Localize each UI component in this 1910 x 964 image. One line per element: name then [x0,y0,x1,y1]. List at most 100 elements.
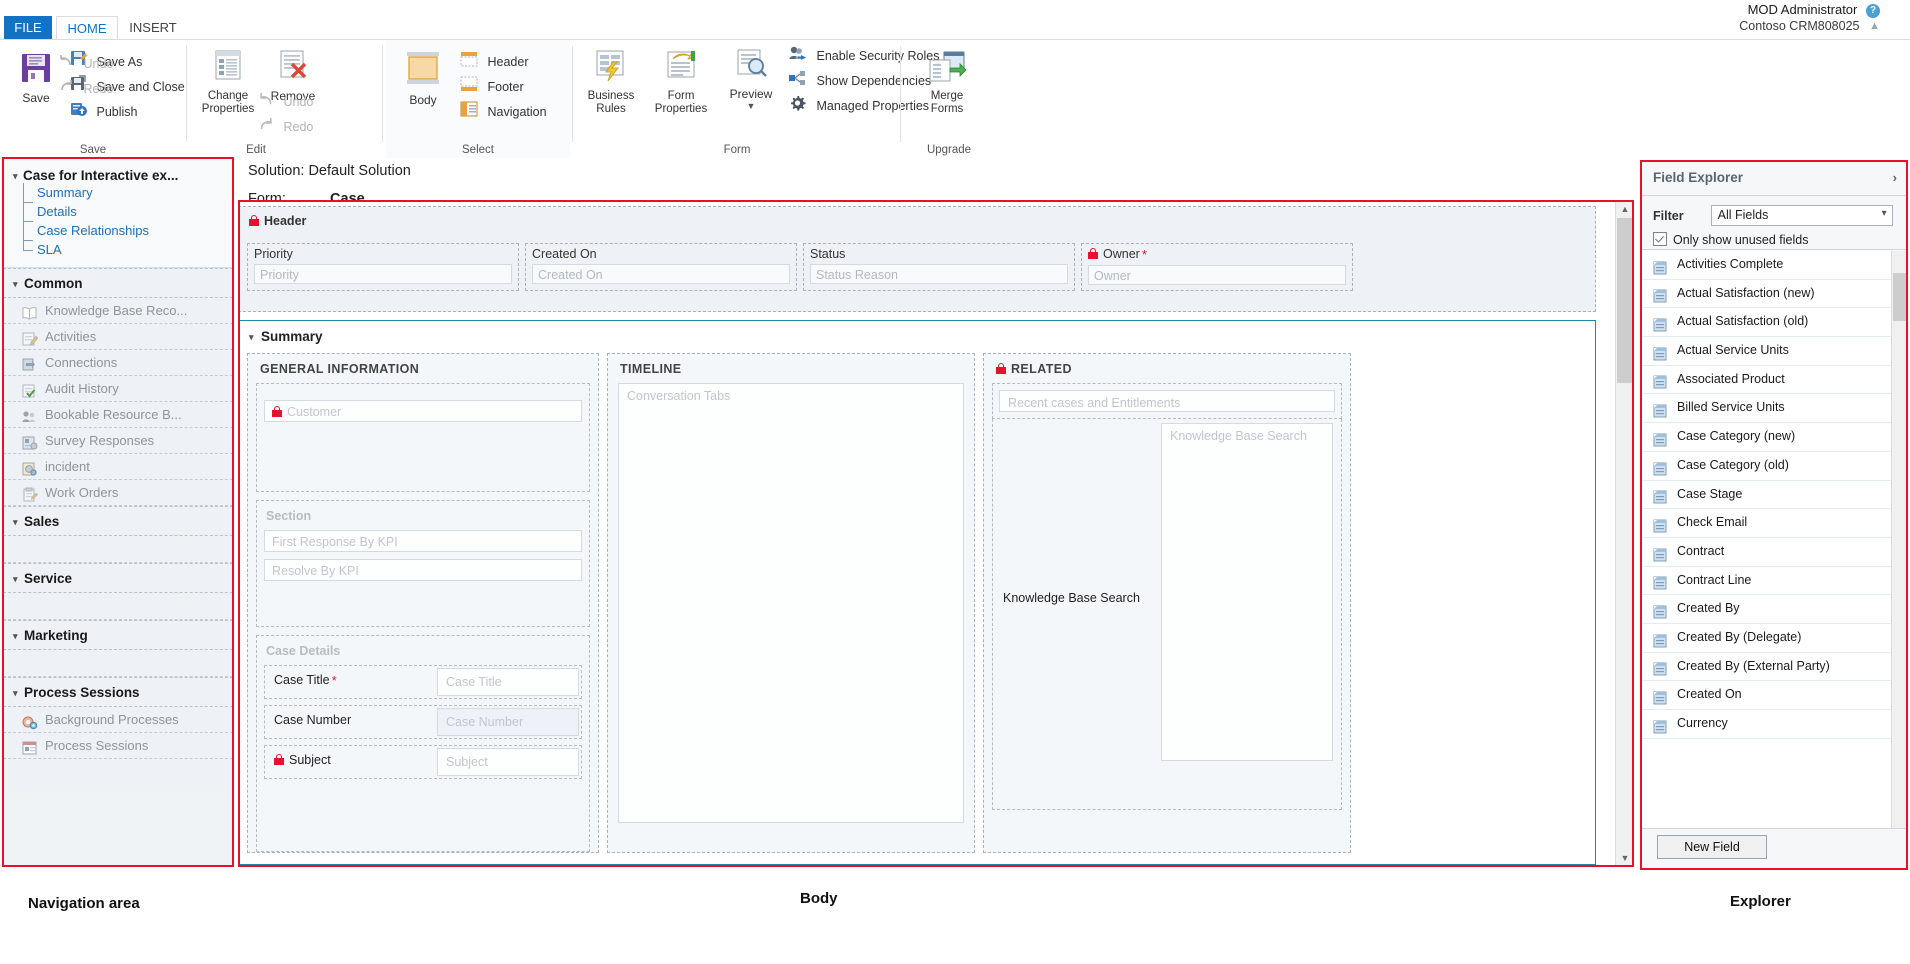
tree-item-case-relationships[interactable]: Case Relationships [3,221,233,240]
nav-item-audit-history[interactable]: Audit History [3,376,233,402]
field-list[interactable]: Activities CompleteActual Satisfaction (… [1641,251,1907,834]
only-unused-checkbox-row[interactable]: Only show unused fields [1653,232,1897,247]
row-case-number-input[interactable]: Case Number [437,708,579,736]
summary-tab-header[interactable]: ▾Summary [239,321,1595,352]
nav-item-connections[interactable]: Connections [3,350,233,376]
field-priority[interactable]: Priority Priority [247,243,519,291]
field-list-scrollbar[interactable] [1891,251,1907,834]
field-priority-input[interactable]: Priority [254,264,512,284]
nav-item-process-sessions[interactable]: Process Sessions [3,733,233,759]
form-properties-button[interactable]: Form Properties [644,48,718,116]
field-list-item[interactable]: Actual Service Units [1641,337,1907,366]
body-scrollbar-thumb[interactable] [1617,218,1633,383]
field-created-on[interactable]: Created On Created On [525,243,797,291]
tab-insert[interactable]: INSERT [122,16,184,40]
field-list-item[interactable]: Case Category (new) [1641,423,1907,452]
new-field-button[interactable]: New Field [1657,835,1767,859]
collapse-triangle-icon-service[interactable]: ▾ [13,574,24,585]
redo-button[interactable]: Redo [58,77,138,101]
field-knowledge-base-search-box[interactable]: Knowledge Base Search [1161,423,1333,761]
redo-item[interactable]: Redo [258,115,313,139]
nav-item-incident[interactable]: incident [3,454,233,480]
field-list-item[interactable]: Contract [1641,538,1907,567]
field-status[interactable]: Status Status Reason [803,243,1075,291]
field-status-input[interactable]: Status Reason [810,264,1068,284]
field-resolve-by-kpi[interactable]: Resolve By KPI [264,559,582,581]
field-list-item[interactable]: Actual Satisfaction (old) [1641,308,1907,337]
nav-item-bookable-resource[interactable]: Bookable Resource B... [3,402,233,428]
nav-section-service[interactable]: ▾Service [3,563,233,593]
field-list-item[interactable]: Created By (External Party) [1641,653,1907,682]
field-list-scrollbar-thumb[interactable] [1893,273,1906,321]
field-list-item[interactable]: Billed Service Units [1641,394,1907,423]
only-unused-checkbox[interactable] [1653,232,1667,246]
nav-section-process-sessions[interactable]: ▾Process Sessions [3,677,233,707]
field-first-response-kpi[interactable]: First Response By KPI [264,530,582,552]
preview-button[interactable]: Preview ▼ [722,48,780,111]
nav-item-background-processes[interactable]: Background Processes [3,707,233,733]
field-recent-cases-entitlements[interactable]: Recent cases and Entitlements [999,390,1335,412]
filter-select[interactable]: All Fields ▾ [1711,205,1893,226]
business-rules-button[interactable]: Business Rules [580,48,642,116]
nav-item-knowledge-base[interactable]: Knowledge Base Reco... [3,298,233,324]
undo-button[interactable]: Undo [58,52,138,76]
column-related[interactable]: RELATED Recent cases and Entitlements Kn… [983,353,1351,853]
column-general-information[interactable]: GENERAL INFORMATION Customer Section Fir… [247,353,599,853]
field-conversation-tabs[interactable]: Conversation Tabs [618,383,964,823]
field-list-item[interactable]: Currency [1641,710,1907,739]
field-created-on-input[interactable]: Created On [532,264,790,284]
field-owner[interactable]: Owner* Owner [1081,243,1353,291]
collapse-triangle-icon-process[interactable]: ▾ [13,688,24,699]
field-list-item[interactable]: Activities Complete [1641,251,1907,280]
form-summary-tab[interactable]: ▾Summary GENERAL INFORMATION Customer Se… [238,320,1596,865]
form-header-section[interactable]: Header Priority Priority Created On Crea… [238,206,1596,312]
field-list-item[interactable]: Created By (Delegate) [1641,624,1907,653]
section-knowledge-base[interactable]: Knowledge Base Search Knowledge Base Sea… [992,419,1342,810]
save-button[interactable]: Save [6,50,66,105]
collapse-triangle-icon-sales[interactable]: ▾ [13,517,24,528]
nav-item-work-orders[interactable]: Work Orders [3,480,233,506]
row-subject-input[interactable]: Subject [437,748,579,776]
change-properties-button[interactable]: Change Properties [194,48,262,116]
field-list-item[interactable]: Case Category (old) [1641,452,1907,481]
scroll-down-arrow-icon[interactable]: ▼ [1618,851,1632,865]
row-case-number[interactable]: Case Number Case Number [264,705,582,739]
chevron-right-icon[interactable]: › [1893,161,1897,195]
nav-section-sales[interactable]: ▾Sales [3,506,233,536]
collapse-triangle-icon[interactable]: ▾ [13,279,24,290]
collapse-triangle-icon-summary[interactable]: ▾ [249,332,261,343]
nav-item-activities[interactable]: Activities [3,324,233,350]
chevron-down-icon-filter[interactable]: ▾ [1882,208,1887,219]
section-recent-cases[interactable]: Recent cases and Entitlements [992,383,1342,419]
nav-item-survey-responses[interactable]: Survey Responses [3,428,233,454]
section-customer[interactable]: Customer [256,383,590,492]
nav-section-marketing[interactable]: ▾Marketing [3,620,233,650]
undo-item[interactable]: Undo [258,90,313,114]
row-case-title-input[interactable]: Case Title [437,668,579,696]
section-case-details[interactable]: Case Details Case Title* Case Title Case… [256,635,590,852]
tab-file[interactable]: FILE [4,16,52,40]
section-kpi[interactable]: Section First Response By KPI Resolve By… [256,500,590,627]
scroll-up-arrow-icon[interactable]: ▲ [1618,202,1632,216]
navigation-button[interactable]: Navigation [460,100,547,124]
chevron-down-icon[interactable]: ▼ [722,101,780,111]
field-list-item[interactable]: Case Stage [1641,481,1907,510]
tree-root[interactable]: ▾Case for Interactive ex... [3,168,233,183]
tree-item-details[interactable]: Details [3,202,233,221]
field-customer-input[interactable]: Customer [264,400,582,422]
merge-forms-button[interactable]: Merge Forms [916,50,978,116]
expand-triangle-icon[interactable]: ▾ [13,171,23,182]
field-list-item[interactable]: Contract Line [1641,567,1907,596]
field-owner-input[interactable]: Owner [1088,265,1346,285]
body-button[interactable]: Body [394,50,452,107]
nav-section-common[interactable]: ▾Common [3,268,233,298]
footer-button[interactable]: Footer [460,75,524,99]
field-list-item[interactable]: Created By [1641,595,1907,624]
body-scrollbar[interactable]: ▲ ▼ [1615,200,1634,867]
field-list-item[interactable]: Actual Satisfaction (new) [1641,280,1907,309]
tab-home[interactable]: HOME [56,16,118,40]
row-subject[interactable]: Subject Subject [264,745,582,779]
collapse-triangle-icon-marketing[interactable]: ▾ [13,631,24,642]
row-case-title[interactable]: Case Title* Case Title [264,665,582,699]
field-list-item[interactable]: Associated Product [1641,366,1907,395]
